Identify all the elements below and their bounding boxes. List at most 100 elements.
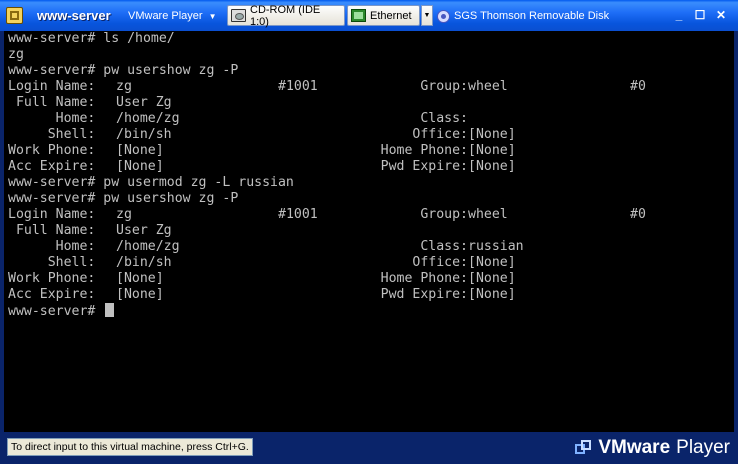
vmware-logo-icon (575, 439, 592, 457)
console-output: www-server# ls /home/zg www-server# pw us… (8, 31, 646, 319)
restore-icon: ☐ (694, 8, 706, 22)
field-label: Work Phone: (8, 271, 96, 286)
field-label: Shell: (8, 127, 96, 142)
more-devices-button[interactable]: ▼ (421, 5, 433, 26)
field-value: russian (468, 239, 524, 254)
field-label: Home: (8, 111, 96, 126)
minimize-icon: _ (675, 8, 683, 22)
title-bar: www-server VMware Player ▼ CD-ROM (IDE 1… (0, 0, 738, 31)
field-label: Acc Expire: (8, 159, 96, 174)
field-label: Office: (412, 255, 468, 270)
field-label: Class: (420, 111, 468, 126)
output-text: zg (8, 47, 24, 62)
console-line: www-server# (8, 303, 294, 319)
field-value: User Zg (116, 95, 172, 110)
close-button[interactable]: ✕ (714, 8, 728, 22)
console-line: www-server# ls /home/ (8, 31, 294, 47)
shell-prompt: www-server# (8, 63, 96, 78)
usb-device-button[interactable]: SGS Thomson Removable Disk (437, 7, 609, 25)
console-line: Home: /home/zg Class: russian (8, 239, 524, 255)
status-bar: To direct input to this virtual machine,… (0, 432, 738, 464)
console-line: zg (8, 47, 294, 63)
usb-disk-icon (437, 9, 450, 23)
vmware-player-brand: VMware Player (575, 437, 730, 459)
network-adapter-icon (351, 9, 366, 22)
close-icon: ✕ (715, 8, 727, 22)
field-value: [None] (468, 143, 516, 158)
console-line: Shell: /bin/sh Office: [None] (8, 127, 516, 143)
shell-command: pw usershow zg -P (95, 191, 239, 206)
field-value: [None] (116, 143, 164, 158)
usb-device-label: SGS Thomson Removable Disk (454, 10, 610, 22)
chevron-down-icon: ▼ (208, 11, 217, 21)
field-value: /home/zg (116, 111, 180, 126)
field-label: Pwd Expire: (380, 159, 468, 174)
field-label: Login Name: (8, 79, 96, 94)
cdrom-device-button[interactable]: CD-ROM (IDE 1:0) (227, 3, 345, 28)
cdrom-device-label: CD-ROM (IDE 1:0) (250, 3, 321, 28)
field-value: zg (116, 207, 132, 222)
input-hint: To direct input to this virtual machine,… (7, 438, 253, 456)
vmware-player-menu-label: VMware Player (128, 10, 203, 22)
field-value: [None] (116, 159, 164, 174)
field-value: /bin/sh (116, 127, 172, 142)
field-id: #0 (630, 79, 646, 94)
field-label: Shell: (8, 255, 96, 270)
field-id: #0 (630, 207, 646, 222)
field-value: /bin/sh (116, 255, 172, 270)
console-line: Acc Expire: [None] Pwd Expire: [None] (8, 287, 516, 303)
console-line: Work Phone: [None] Home Phone: [None] (8, 143, 516, 159)
field-label: Home Phone: (380, 143, 468, 158)
field-label: Full Name: (8, 95, 96, 110)
field-value: wheel (468, 207, 508, 222)
ethernet-device-button[interactable]: Ethernet (347, 5, 420, 26)
field-value: [None] (468, 271, 516, 286)
window-title: www-server (37, 8, 111, 23)
shell-command: pw usershow zg -P (95, 63, 239, 78)
console-line: Home: /home/zg Class: (8, 111, 468, 127)
console-line: Full Name: User Zg (8, 223, 294, 239)
field-label: Office: (412, 127, 468, 142)
console-line: Work Phone: [None] Home Phone: [None] (8, 271, 516, 287)
shell-prompt: www-server# (8, 304, 96, 319)
ethernet-device-label: Ethernet (370, 9, 412, 22)
shell-command: ls /home/ (95, 31, 175, 46)
field-value: [None] (116, 287, 164, 302)
field-label: Class: (420, 239, 468, 254)
console-line: Full Name: User Zg (8, 95, 294, 111)
text-cursor (105, 303, 115, 317)
console-line: Shell: /bin/sh Office: [None] (8, 255, 516, 271)
field-value: zg (116, 79, 132, 94)
field-label: Work Phone: (8, 143, 96, 158)
console-line: www-server# pw usershow zg -P (8, 191, 294, 207)
field-value: User Zg (116, 223, 172, 238)
vm-console-screen[interactable]: www-server# ls /home/zg www-server# pw us… (4, 31, 734, 432)
console-line: Login Name: zg #1001 Group: wheel #0 (8, 79, 646, 95)
field-label: Login Name: (8, 207, 96, 222)
field-value: [None] (116, 271, 164, 286)
field-value: /home/zg (116, 239, 180, 254)
vmware-player-menu[interactable]: VMware Player ▼ (128, 7, 217, 25)
vmware-app-icon[interactable] (6, 7, 23, 24)
field-id: #1001 (278, 79, 318, 94)
field-label: Pwd Expire: (380, 287, 468, 302)
shell-command: pw usermod zg -L russian (95, 175, 294, 190)
minimize-button[interactable]: _ (672, 8, 686, 22)
field-id: #1001 (278, 207, 318, 222)
field-label: Acc Expire: (8, 287, 96, 302)
cdrom-icon (231, 9, 246, 22)
field-value: [None] (468, 159, 516, 174)
shell-prompt: www-server# (8, 191, 96, 206)
field-label: Group: (420, 207, 468, 222)
shell-prompt: www-server# (8, 31, 96, 46)
console-line: www-server# pw usermod zg -L russian (8, 175, 294, 191)
field-label: Home: (8, 239, 96, 254)
restore-button[interactable]: ☐ (693, 8, 707, 22)
field-value: wheel (468, 79, 508, 94)
brand-product: Player (676, 437, 730, 458)
field-label: Group: (420, 79, 468, 94)
field-value: [None] (468, 255, 516, 270)
field-value: [None] (468, 127, 516, 142)
field-label: Full Name: (8, 223, 96, 238)
console-line: Acc Expire: [None] Pwd Expire: [None] (8, 159, 516, 175)
